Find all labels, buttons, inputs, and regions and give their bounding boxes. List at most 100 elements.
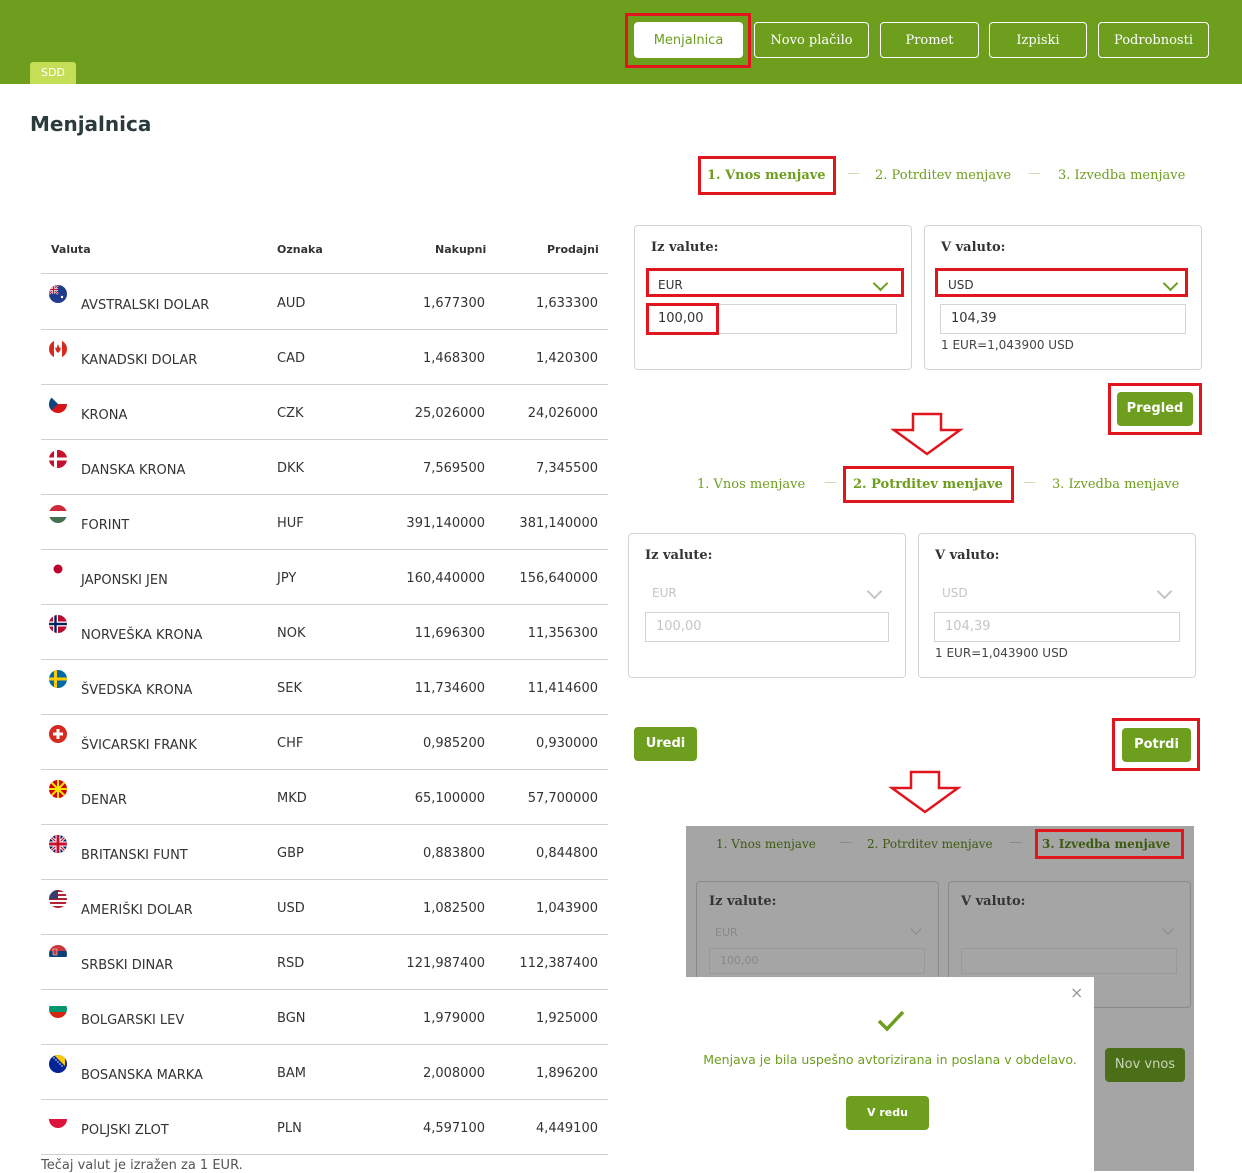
currency-name: POLJSKI ZLOT bbox=[81, 1123, 169, 1138]
nav-izpiski-button[interactable]: Izpiski bbox=[989, 22, 1087, 58]
from-currency-select: EUR bbox=[715, 926, 738, 939]
column-header-oznaka: Oznaka bbox=[277, 243, 323, 256]
bulgaria-flag-icon bbox=[49, 1000, 67, 1018]
new-entry-button[interactable]: Nov vnos bbox=[1105, 1048, 1185, 1082]
step-2-label: 2. Potrditev menjave bbox=[867, 837, 993, 851]
sell-rate: 112,387400 bbox=[519, 956, 598, 971]
table-row: BRITANSKI FUNT GBP 0,883800 0,844800 bbox=[41, 824, 608, 880]
currency-name: ŠVICARSKI FRANK bbox=[81, 738, 197, 753]
table-row: BOLGARSKI LEV BGN 1,979000 1,925000 bbox=[41, 989, 608, 1045]
step-1-label: 1. Vnos menjave bbox=[716, 837, 816, 851]
currency-name: BOLGARSKI LEV bbox=[81, 1013, 185, 1028]
currency-code: MKD bbox=[277, 791, 307, 806]
success-message: Menjava je bila uspešno avtorizirana in … bbox=[703, 1052, 1077, 1067]
nav-novo-placilo-button[interactable]: Novo plačilo bbox=[754, 22, 869, 58]
currency-code: BGN bbox=[277, 1011, 306, 1026]
currency-code: GBP bbox=[277, 846, 304, 861]
table-row: NORVEŠKA KRONA NOK 11,696300 11,356300 bbox=[41, 604, 608, 660]
currency-code: PLN bbox=[277, 1121, 302, 1136]
step-separator: — bbox=[1023, 475, 1036, 490]
japan-flag-icon bbox=[49, 560, 67, 578]
step-1-label: 1. Vnos menjave bbox=[697, 477, 806, 492]
buy-rate: 11,734600 bbox=[414, 681, 485, 696]
table-row: ŠVEDSKA KRONA SEK 11,734600 11,414600 bbox=[41, 659, 608, 715]
converted-amount-field bbox=[961, 948, 1177, 974]
currency-code: USD bbox=[277, 901, 305, 916]
bosnia-flag-icon bbox=[49, 1055, 67, 1073]
step-3-label: 3. Izvedba menjave bbox=[1052, 477, 1180, 492]
converted-amount-field: 104,39 bbox=[934, 612, 1180, 642]
sell-rate: 57,700000 bbox=[527, 791, 598, 806]
buy-rate: 11,696300 bbox=[414, 626, 485, 641]
table-row: DENAR MKD 65,100000 57,700000 bbox=[41, 769, 608, 825]
currency-code: JPY bbox=[277, 571, 297, 586]
poland-flag-icon bbox=[49, 1110, 67, 1128]
switzerland-flag-icon bbox=[49, 725, 67, 743]
amount-input: 100,00 bbox=[709, 948, 925, 974]
buy-rate: 1,468300 bbox=[422, 351, 485, 366]
currency-code: CHF bbox=[277, 736, 304, 751]
ok-button[interactable]: V redu bbox=[846, 1096, 929, 1130]
to-label: V valuto: bbox=[941, 240, 1006, 255]
denmark-flag-icon bbox=[49, 450, 67, 468]
success-modal: × Menjava je bila uspešno avtorizirana i… bbox=[686, 977, 1094, 1171]
sell-rate: 0,844800 bbox=[535, 846, 598, 861]
close-icon[interactable]: × bbox=[1070, 983, 1083, 1002]
buy-rate: 0,883800 bbox=[422, 846, 485, 861]
sell-rate: 7,345500 bbox=[535, 461, 598, 476]
uk-flag-icon bbox=[49, 835, 67, 853]
sdd-tag[interactable]: SDD bbox=[30, 62, 76, 84]
amount-input: 100,00 bbox=[645, 612, 889, 642]
currency-code: BAM bbox=[277, 1066, 307, 1081]
chevron-down-icon bbox=[1162, 923, 1174, 935]
nav-podrobnosti-button[interactable]: Podrobnosti bbox=[1098, 22, 1209, 58]
column-header-prodajni: Prodajni bbox=[547, 243, 599, 256]
buy-rate: 25,026000 bbox=[414, 406, 485, 421]
to-currency-select: USD bbox=[942, 586, 968, 600]
nav-promet-button[interactable]: Promet bbox=[880, 22, 979, 58]
currency-name: BRITANSKI FUNT bbox=[81, 848, 188, 863]
buy-rate: 121,987400 bbox=[406, 956, 485, 971]
to-label: V valuto: bbox=[935, 548, 1000, 563]
step-3-label: 3. Izvedba menjave bbox=[1058, 168, 1186, 183]
sweden-flag-icon bbox=[49, 670, 67, 688]
sell-rate: 1,633300 bbox=[535, 296, 598, 311]
buy-rate: 2,008000 bbox=[422, 1066, 485, 1081]
chevron-down-icon bbox=[1156, 583, 1173, 600]
from-label: Iz valute: bbox=[645, 548, 713, 563]
table-row: KRONA CZK 25,026000 24,026000 bbox=[41, 384, 608, 440]
highlight-frame bbox=[843, 466, 1014, 503]
sell-rate: 381,140000 bbox=[519, 516, 598, 531]
highlight-frame bbox=[1112, 718, 1200, 771]
norway-flag-icon bbox=[49, 615, 67, 633]
czech-flag-icon bbox=[49, 395, 67, 413]
currency-name: SRBSKI DINAR bbox=[81, 958, 174, 973]
exchange-rate-text: 1 EUR=1,043900 USD bbox=[941, 338, 1074, 352]
currency-name: KANADSKI DOLAR bbox=[81, 353, 198, 368]
sell-rate: 4,449100 bbox=[535, 1121, 598, 1136]
table-row: BOSANSKA MARKA BAM 2,008000 1,896200 bbox=[41, 1044, 608, 1100]
table-row: FORINT HUF 391,140000 381,140000 bbox=[41, 494, 608, 550]
table-row: AVSTRALSKI DOLAR AUD 1,677300 1,633300 bbox=[41, 274, 608, 330]
sell-rate: 1,420300 bbox=[535, 351, 598, 366]
currency-code: DKK bbox=[277, 461, 305, 476]
currency-code: CAD bbox=[277, 351, 305, 366]
table-row: ŠVICARSKI FRANK CHF 0,985200 0,930000 bbox=[41, 714, 608, 770]
page-title: Menjalnica bbox=[30, 112, 152, 136]
edit-button[interactable]: Uredi bbox=[634, 727, 697, 761]
table-row: KANADSKI DOLAR CAD 1,468300 1,420300 bbox=[41, 329, 608, 385]
table-row: POLJSKI ZLOT PLN 4,597100 4,449100 bbox=[41, 1099, 608, 1155]
from-label: Iz valute: bbox=[709, 894, 777, 909]
table-row: DANSKA KRONA DKK 7,569500 7,345500 bbox=[41, 439, 608, 495]
chevron-down-icon bbox=[910, 923, 922, 935]
exchange-rate-text: 1 EUR=1,043900 USD bbox=[935, 646, 1068, 660]
sell-rate: 24,026000 bbox=[527, 406, 598, 421]
step-separator: — bbox=[1028, 166, 1041, 181]
step-separator: — bbox=[847, 166, 860, 181]
highlight-frame bbox=[935, 268, 1188, 297]
to-label: V valuto: bbox=[961, 894, 1026, 909]
usa-flag-icon bbox=[49, 890, 67, 908]
sell-rate: 0,930000 bbox=[535, 736, 598, 751]
currency-name: KRONA bbox=[81, 408, 128, 423]
to-currency-panel: V valuto: USD 104,39 1 EUR=1,043900 USD bbox=[918, 533, 1196, 678]
